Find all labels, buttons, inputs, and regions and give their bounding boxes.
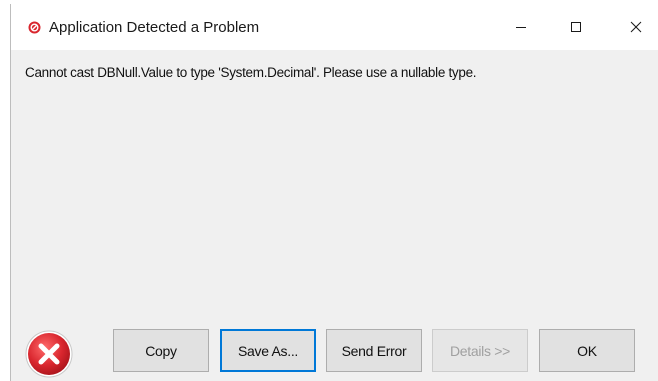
title-bar[interactable]: Application Detected a Problem [11, 4, 658, 50]
maximize-icon [571, 22, 581, 32]
save-as-button[interactable]: Save As... [220, 329, 316, 372]
error-icon [25, 330, 73, 378]
copy-button[interactable]: Copy [113, 329, 209, 372]
error-message: Cannot cast DBNull.Value to type 'System… [25, 65, 477, 80]
details-button[interactable]: Details >> [432, 329, 528, 372]
close-icon [630, 21, 642, 33]
minimize-button[interactable] [498, 4, 544, 50]
ok-button[interactable]: OK [539, 329, 635, 372]
maximize-button[interactable] [553, 4, 599, 50]
error-circle-icon [28, 21, 41, 34]
send-error-button[interactable]: Send Error [326, 329, 422, 372]
minimize-icon [516, 27, 526, 28]
window-title: Application Detected a Problem [49, 19, 260, 36]
close-button[interactable] [613, 4, 658, 50]
error-dialog-window: Application Detected a Problem Cannot ca… [10, 4, 658, 381]
